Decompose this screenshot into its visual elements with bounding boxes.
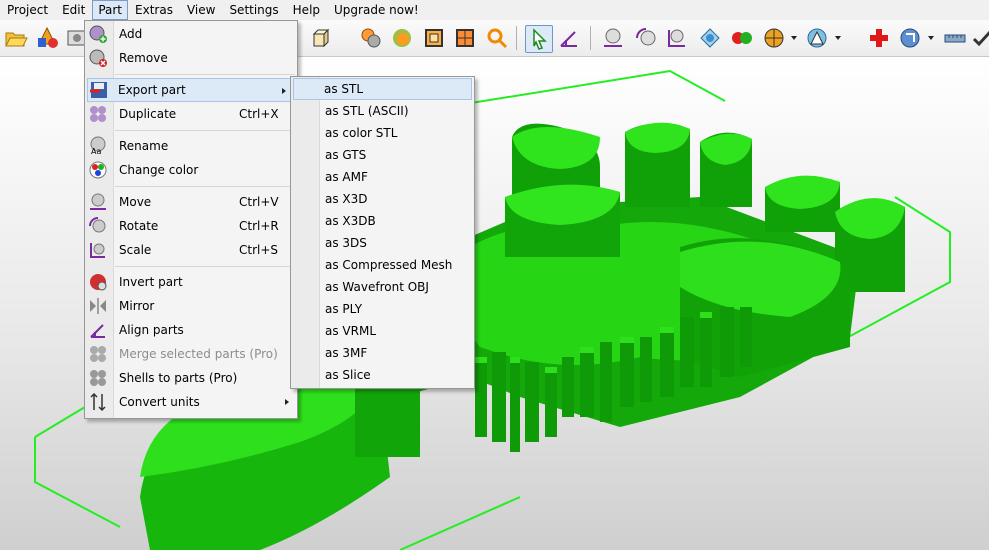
submenu-arrow-icon [285, 399, 289, 405]
two-balls-icon[interactable] [729, 25, 755, 51]
export-as-stl[interactable]: as STL [293, 78, 472, 100]
export-as-color-stl[interactable]: as color STL [291, 122, 474, 144]
menu-item-rotate[interactable]: Rotate Ctrl+R [85, 214, 297, 238]
menu-view[interactable]: View [180, 1, 222, 19]
export-as-3mf[interactable]: as 3MF [291, 342, 474, 364]
export-as-ply[interactable]: as PLY [291, 298, 474, 320]
menu-part[interactable]: Part [92, 0, 129, 20]
export-as-wavefront-obj[interactable]: as Wavefront OBJ [291, 276, 474, 298]
add-shapes-icon[interactable] [34, 25, 60, 51]
export-as-x3d[interactable]: as X3D [291, 188, 474, 210]
color-icon [89, 161, 107, 179]
invert-icon [90, 274, 107, 291]
sphere-orange-icon[interactable] [389, 25, 415, 51]
ruler-icon[interactable] [942, 25, 968, 51]
export-as-x3db[interactable]: as X3DB [291, 210, 474, 232]
menu-item-change-color[interactable]: Change color [85, 158, 297, 182]
menu-item-rename[interactable]: Aa Rename [85, 134, 297, 158]
export-as-3ds[interactable]: as 3DS [291, 232, 474, 254]
rename-icon: Aa [90, 136, 106, 156]
shells-icon [90, 370, 106, 386]
mirror-icon [90, 298, 106, 314]
part-menu: Add Remove Export part Duplicate Ctrl+X … [84, 20, 298, 419]
zoom-icon[interactable] [484, 25, 510, 51]
menu-item-invert-part[interactable]: Invert part [85, 270, 297, 294]
repair-plus-icon[interactable] [866, 25, 892, 51]
shading-icon[interactable] [804, 25, 830, 51]
rotate-icon[interactable] [633, 25, 659, 51]
cube-mesh-icon[interactable] [452, 25, 478, 51]
menu-item-align-parts[interactable]: Align parts [85, 318, 297, 342]
scale-icon[interactable] [664, 25, 690, 51]
menu-settings[interactable]: Settings [222, 1, 285, 19]
export-as-slice[interactable]: as Slice [291, 364, 474, 386]
menu-item-merge-parts[interactable]: Merge selected parts (Pro) [85, 342, 297, 366]
convert-units-icon [90, 392, 106, 412]
menu-project[interactable]: Project [0, 1, 55, 19]
analysis-icon[interactable] [897, 25, 923, 51]
scale-icon [90, 243, 105, 258]
svg-text:Aa: Aa [91, 147, 101, 156]
floppy-export-icon [90, 82, 107, 98]
menu-item-export-part[interactable]: Export part [87, 78, 295, 102]
menu-extras[interactable]: Extras [128, 1, 180, 19]
menu-item-mirror[interactable]: Mirror [85, 294, 297, 318]
spheres-icon[interactable] [358, 25, 384, 51]
rotate-icon [89, 217, 106, 233]
box-wireframe-icon[interactable] [308, 25, 334, 51]
check-icon[interactable] [969, 25, 989, 51]
align-icon [90, 324, 105, 338]
menu-item-convert-units[interactable]: Convert units [85, 390, 297, 414]
submenu-arrow-icon [282, 88, 286, 94]
export-as-amf[interactable]: as AMF [291, 166, 474, 188]
color-wheel-icon[interactable] [761, 25, 787, 51]
menu-item-move[interactable]: Move Ctrl+V [85, 190, 297, 214]
menu-item-add[interactable]: Add [85, 22, 297, 46]
menu-upgrade[interactable]: Upgrade now! [327, 1, 426, 19]
open-folder-icon[interactable] [3, 25, 29, 51]
align-icon[interactable] [556, 25, 582, 51]
export-as-stl-ascii[interactable]: as STL (ASCII) [291, 100, 474, 122]
menu-help[interactable]: Help [286, 1, 327, 19]
menu-item-scale[interactable]: Scale Ctrl+S [85, 238, 297, 262]
add-sphere-icon [89, 25, 107, 43]
export-as-compressed-mesh[interactable]: as Compressed Mesh [291, 254, 474, 276]
move-icon [90, 193, 106, 210]
select-pointer-icon[interactable] [525, 25, 553, 53]
menu-item-remove[interactable]: Remove [85, 46, 297, 70]
menu-item-shells-to-parts[interactable]: Shells to parts (Pro) [85, 366, 297, 390]
merge-icon [90, 346, 106, 362]
move-icon[interactable] [600, 25, 626, 51]
export-as-gts[interactable]: as GTS [291, 144, 474, 166]
menu-item-duplicate[interactable]: Duplicate Ctrl+X [85, 102, 297, 126]
menu-bar: Project Edit Part Extras View Settings H… [0, 0, 989, 21]
cube-frame-icon[interactable] [421, 25, 447, 51]
remove-sphere-icon [89, 49, 107, 67]
export-submenu: as STL as STL (ASCII) as color STL as GT… [290, 76, 475, 389]
duplicate-icon [90, 106, 106, 122]
export-as-vrml[interactable]: as VRML [291, 320, 474, 342]
menu-edit[interactable]: Edit [55, 1, 92, 19]
measure-icon[interactable] [697, 25, 723, 51]
